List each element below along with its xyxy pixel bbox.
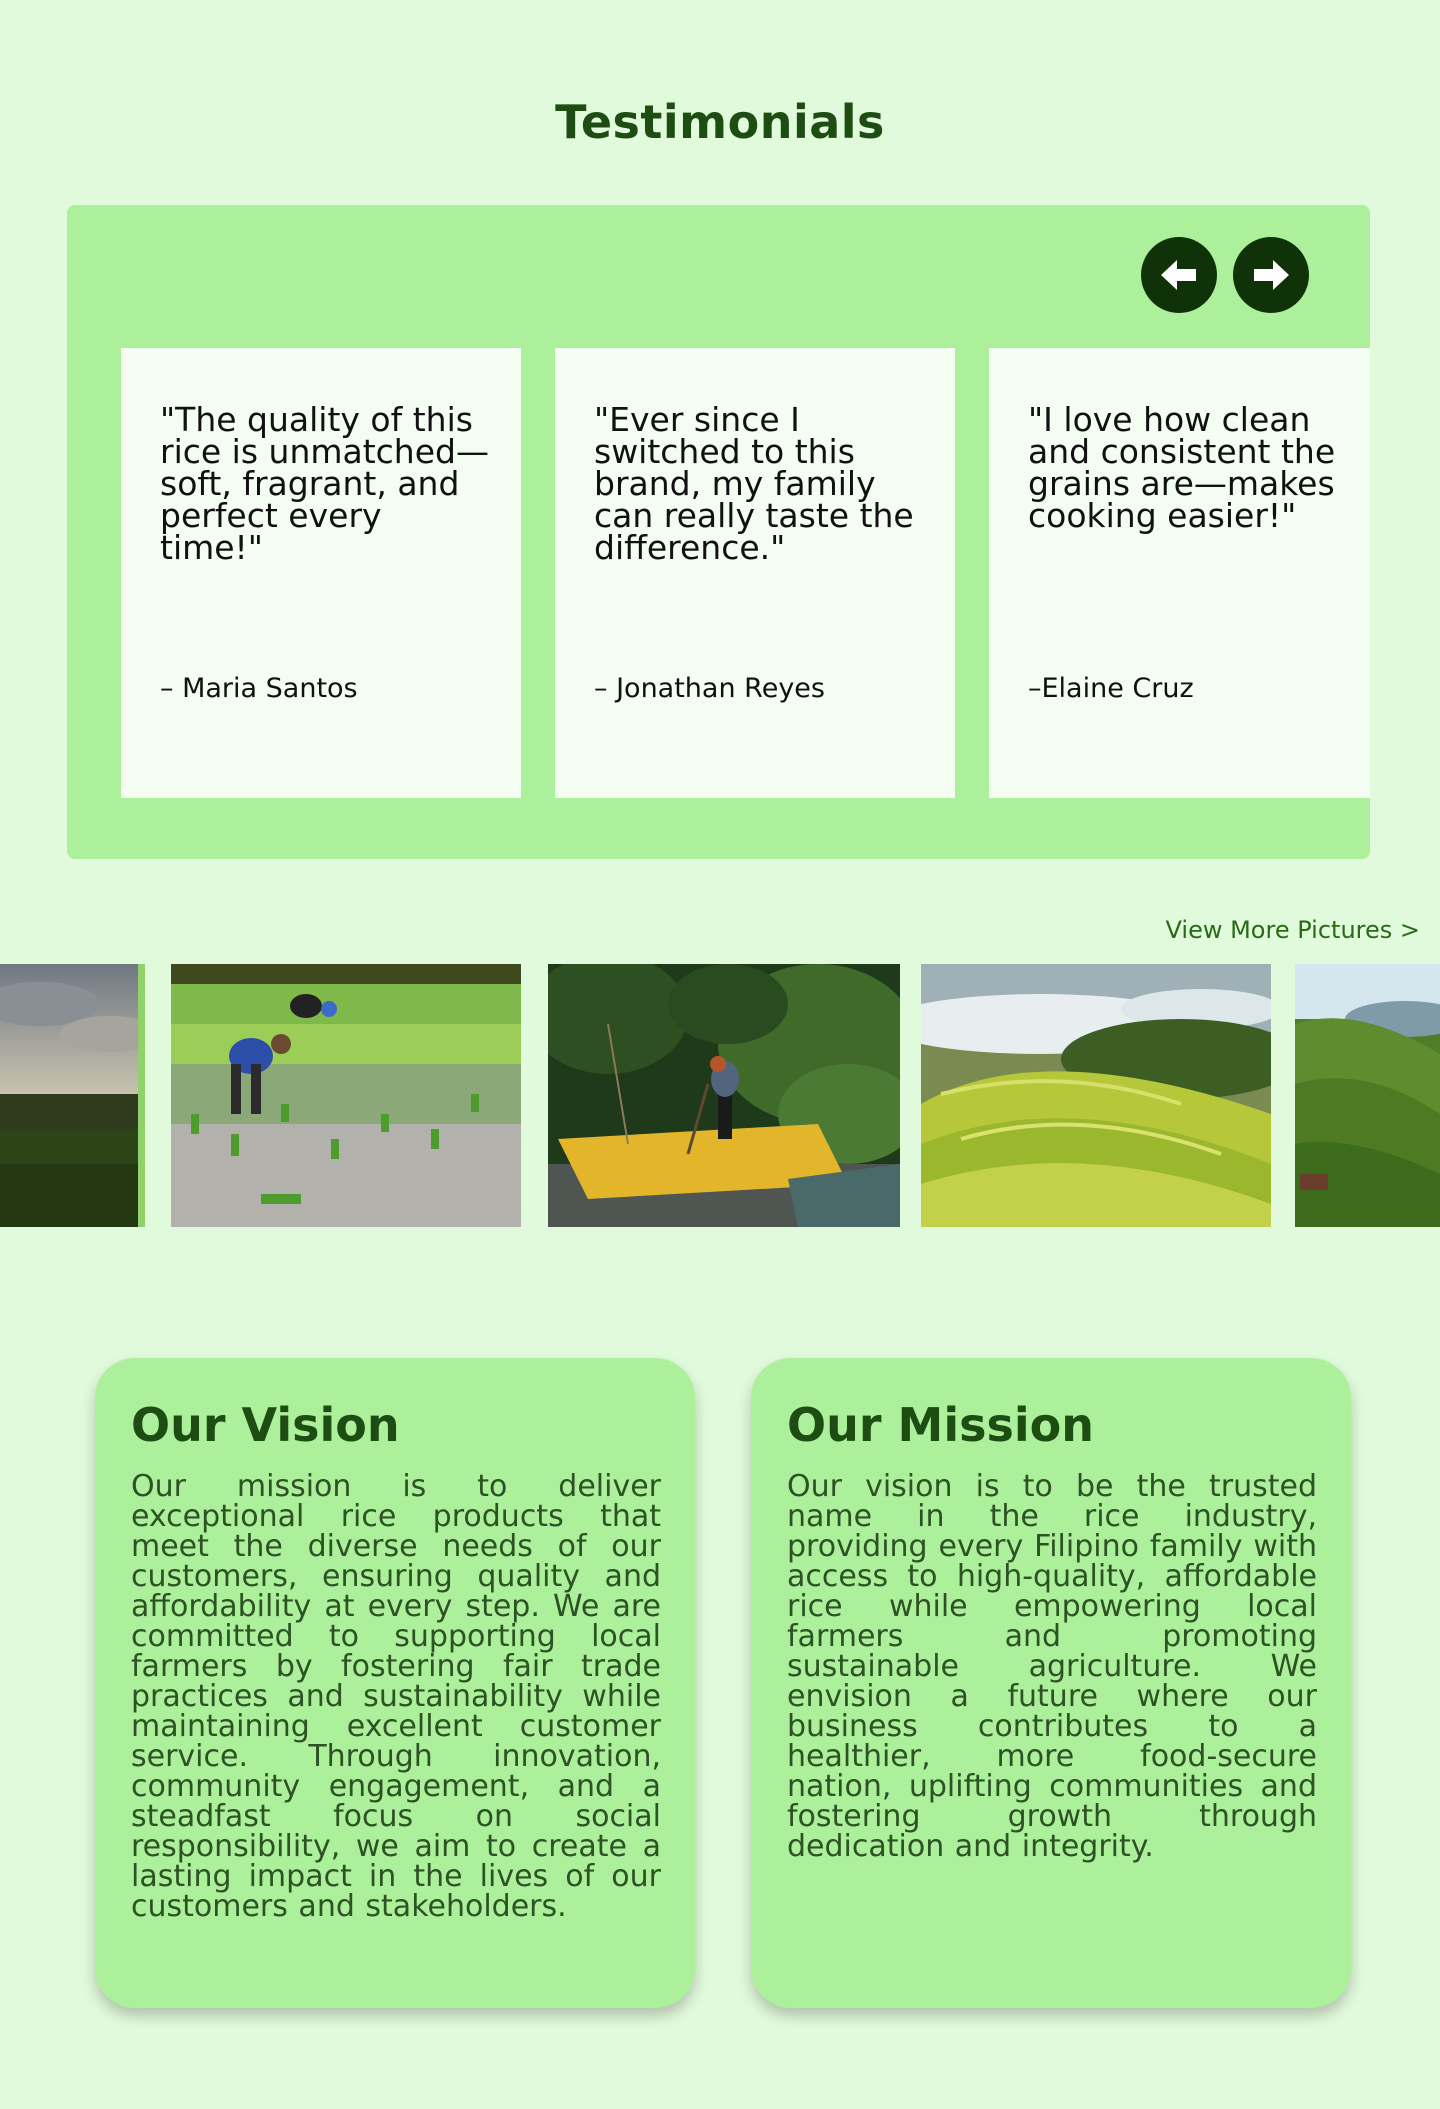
vision-card: Our Vision Our mission is to deliver exc… — [95, 1358, 695, 2008]
carousel-next-button[interactable] — [1233, 237, 1309, 313]
testimonial-card: "I love how clean and consistent the gra… — [989, 348, 1370, 798]
gallery-photo-sunset-field[interactable] — [0, 964, 145, 1227]
arrow-left-icon — [1161, 260, 1196, 290]
rice-field-image — [0, 964, 145, 1227]
view-more-pictures-link[interactable]: View More Pictures > — [1100, 916, 1420, 944]
vision-title: Our Vision — [131, 1398, 400, 1452]
rice-terraces-image — [921, 964, 1271, 1227]
carousel-prev-button[interactable] — [1141, 237, 1217, 313]
testimonial-quote: "The quality of this rice is unmatched—s… — [160, 400, 489, 567]
gallery-photo-planting[interactable] — [171, 964, 521, 1227]
mission-title: Our Mission — [787, 1398, 1094, 1452]
testimonials-title: Testimonials — [555, 95, 885, 149]
testimonial-carousel: "The quality of this rice is unmatched—s… — [67, 205, 1370, 859]
page: Testimonials "The quality of this rice i… — [0, 0, 1440, 2109]
testimonial-quote: "Ever since I switched to this brand, my… — [594, 400, 914, 567]
arrow-right-icon — [1254, 260, 1289, 290]
testimonial-quote: "I love how clean and consistent the gra… — [1028, 400, 1336, 535]
gallery-photo-mountain-terraces[interactable] — [1295, 964, 1440, 1227]
testimonial-author: –Elaine Cruz — [1028, 673, 1194, 704]
testimonial-card: "Ever since I switched to this brand, my… — [555, 348, 955, 798]
mountain-terraces-image — [1295, 964, 1440, 1227]
vision-text: Our mission is to deliver exceptional ri… — [131, 1469, 661, 1924]
farmers-planting-image — [171, 964, 521, 1227]
farmer-drying-rice-image — [548, 964, 900, 1227]
gallery-photo-terraces[interactable] — [921, 964, 1271, 1227]
testimonial-author: – Maria Santos — [160, 673, 358, 704]
gallery-photo-drying[interactable] — [548, 964, 900, 1227]
testimonial-card: "The quality of this rice is unmatched—s… — [121, 348, 521, 798]
testimonial-author: – Jonathan Reyes — [594, 673, 825, 704]
mission-text: Our vision is to be the trusted name in … — [787, 1469, 1317, 1864]
mission-card: Our Mission Our vision is to be the trus… — [751, 1358, 1351, 2008]
